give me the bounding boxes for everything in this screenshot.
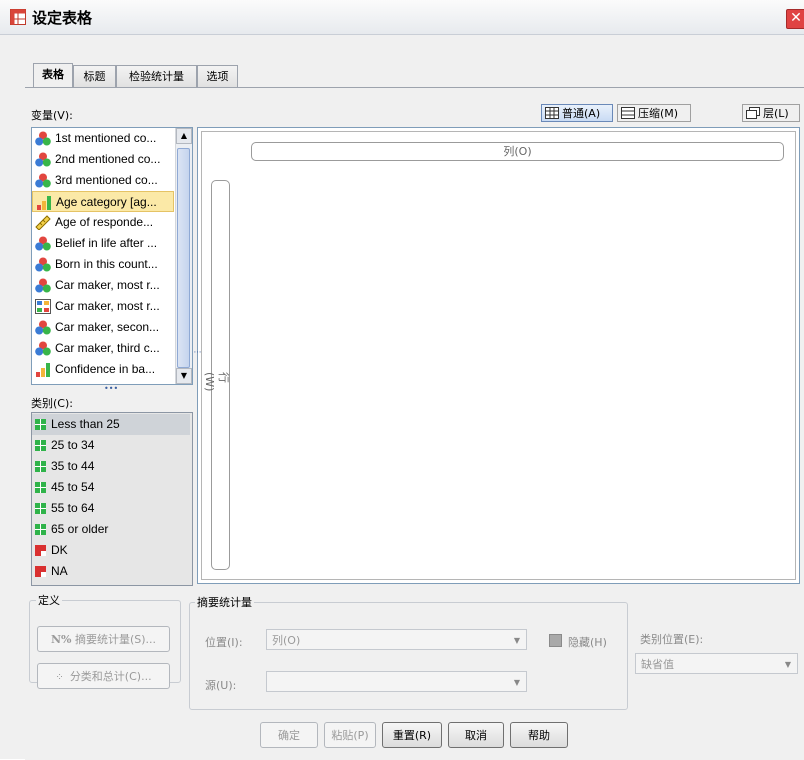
variable-item-selected[interactable]: Age category [ag... [32, 191, 174, 212]
grid-icon [545, 107, 559, 119]
variable-item[interactable]: Age of responde... [32, 212, 174, 233]
chevron-down-icon: ▼ [784, 660, 791, 669]
categories-totals-icon: ⁘ [55, 672, 64, 683]
ordinal-icon [37, 196, 51, 210]
category-position-select[interactable]: 缺省值 ▼ [635, 653, 798, 674]
help-button[interactable]: 帮助 [510, 722, 568, 748]
close-button[interactable]: ✕ [786, 9, 804, 29]
canvas-frame [201, 131, 796, 580]
summary-stats-icon: N% [50, 633, 72, 646]
valid-category-icon [35, 503, 46, 514]
canvas-splitter[interactable]: ⋮ [193, 348, 202, 356]
ok-button[interactable]: 确定 [260, 722, 318, 748]
summary-group-title: 摘要统计量 [195, 594, 254, 610]
compact-view-label: 压缩(M) [638, 107, 679, 120]
columns-zone-label: 列(O) [503, 145, 532, 158]
variable-item[interactable]: Car maker, most r... [32, 275, 174, 296]
columns-drop-zone[interactable]: 列(O) [251, 142, 784, 161]
variable-item[interactable]: Confidence in ba... [32, 359, 174, 380]
category-item[interactable]: 25 to 34 [32, 435, 190, 456]
cancel-button[interactable]: 取消 [448, 722, 504, 748]
tab-options[interactable]: 选项 [197, 65, 238, 87]
window-title: 设定表格 [32, 9, 93, 27]
title-bar: 设定表格 ✕ [0, 0, 804, 35]
missing-category-icon [35, 566, 46, 577]
variable-item[interactable]: Car maker, secon... [32, 317, 174, 338]
variable-list[interactable]: 1st mentioned co... 2nd mentioned co... … [31, 127, 193, 385]
nominal-icon [35, 236, 51, 251]
scroll-thumb[interactable] [177, 148, 190, 368]
summary-statistics-group [189, 602, 628, 710]
valid-category-icon [35, 440, 46, 451]
ordinal-icon [36, 363, 50, 377]
category-list[interactable]: Less than 25 25 to 34 35 to 44 45 to 54 … [31, 412, 193, 586]
source-select[interactable]: ▼ [266, 671, 527, 692]
nominal-icon [35, 152, 51, 167]
nominal-icon [35, 173, 51, 188]
nominal-icon [35, 131, 51, 146]
nominal-icon [35, 278, 51, 293]
variable-item[interactable]: 1st mentioned co... [32, 128, 174, 149]
scale-icon [35, 215, 51, 230]
valid-category-icon [35, 524, 46, 535]
category-item[interactable]: NA [32, 561, 190, 582]
variable-list-scrollbar[interactable]: ▲ ▼ [175, 128, 192, 384]
categories-totals-button[interactable]: ⁘ 分类和总计(C)... [37, 663, 170, 689]
variable-item[interactable]: Belief in life after ... [32, 233, 174, 254]
category-item[interactable]: Less than 25 [32, 414, 190, 435]
nominal-icon [35, 341, 51, 356]
rows-zone-label: 行(W) [203, 372, 230, 392]
scroll-up-icon[interactable]: ▲ [176, 128, 192, 144]
variable-item[interactable]: 2nd mentioned co... [32, 149, 174, 170]
missing-category-icon [35, 545, 46, 556]
category-position-label: 类别位置(E): [640, 633, 704, 646]
position-select[interactable]: 列(O) ▼ [266, 629, 527, 650]
layers-icon [746, 107, 760, 119]
valid-category-icon [35, 482, 46, 493]
hide-label: 隐藏(H) [568, 636, 607, 649]
summary-statistics-button[interactable]: N% 摘要统计量(S)... [37, 626, 170, 652]
variable-item[interactable]: Born in this count... [32, 254, 174, 275]
layers-label: 层(L) [763, 107, 789, 120]
hide-checkbox[interactable] [549, 634, 562, 647]
layers-button[interactable]: 层(L) [742, 104, 800, 122]
category-item[interactable]: 55 to 64 [32, 498, 190, 519]
paste-button[interactable]: 粘贴(P) [324, 722, 376, 748]
category-item[interactable]: 35 to 44 [32, 456, 190, 477]
nominal-icon [35, 320, 51, 335]
variables-label: 变量(V): [31, 109, 73, 122]
valid-category-icon [35, 419, 46, 430]
normal-view-button[interactable]: 普通(A) [541, 104, 613, 122]
scroll-down-icon[interactable]: ▼ [176, 368, 192, 384]
compact-grid-icon [621, 107, 635, 119]
category-item[interactable]: 45 to 54 [32, 477, 190, 498]
chevron-down-icon: ▼ [513, 636, 520, 645]
valid-category-icon [35, 461, 46, 472]
reset-button[interactable]: 重置(R) [382, 722, 442, 748]
compact-view-button[interactable]: 压缩(M) [617, 104, 691, 122]
chevron-down-icon: ▼ [513, 678, 520, 687]
position-label: 位置(I): [205, 636, 243, 649]
tab-titles[interactable]: 标题 [73, 65, 116, 87]
category-item[interactable]: 65 or older [32, 519, 190, 540]
tab-table[interactable]: 表格 [33, 63, 73, 88]
define-group-title: 定义 [36, 592, 62, 608]
list-splitter[interactable]: ••• [104, 384, 118, 393]
dialog-window: 设定表格 ✕ 表格 标题 检验统计量 选项 变量(V): 普通(A) 压缩(M)… [0, 0, 804, 760]
source-label: 源(U): [205, 679, 237, 692]
nominal-icon [35, 257, 51, 272]
variable-item[interactable]: Car maker, most r... [32, 296, 174, 317]
normal-view-label: 普通(A) [562, 107, 601, 120]
multiple-response-icon [35, 299, 51, 314]
rows-drop-zone[interactable]: 行(W) [203, 180, 230, 570]
variable-item[interactable]: Car maker, third c... [32, 338, 174, 359]
table-canvas[interactable] [197, 127, 800, 584]
table-app-icon [10, 9, 26, 25]
variable-item[interactable]: 3rd mentioned co... [32, 170, 174, 191]
categories-label: 类别(C): [31, 397, 73, 410]
tab-test-statistics[interactable]: 检验统计量 [116, 65, 197, 87]
category-item[interactable]: DK [32, 540, 190, 561]
